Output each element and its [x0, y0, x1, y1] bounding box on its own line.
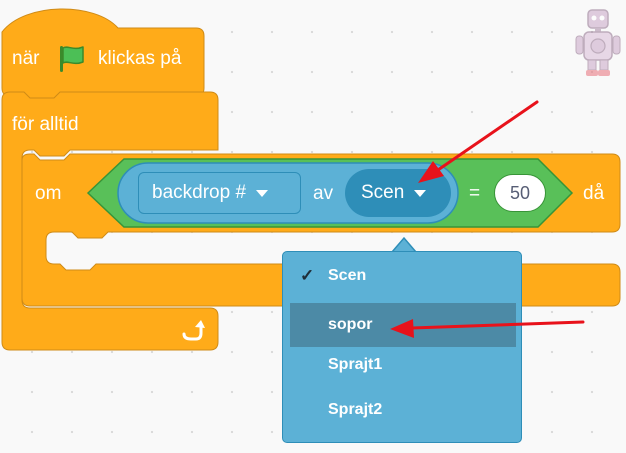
annotation-arrows [390, 100, 585, 338]
annotation-arrow-to-dropdown [418, 100, 539, 183]
annotation-arrow-to-sopor [390, 319, 585, 338]
